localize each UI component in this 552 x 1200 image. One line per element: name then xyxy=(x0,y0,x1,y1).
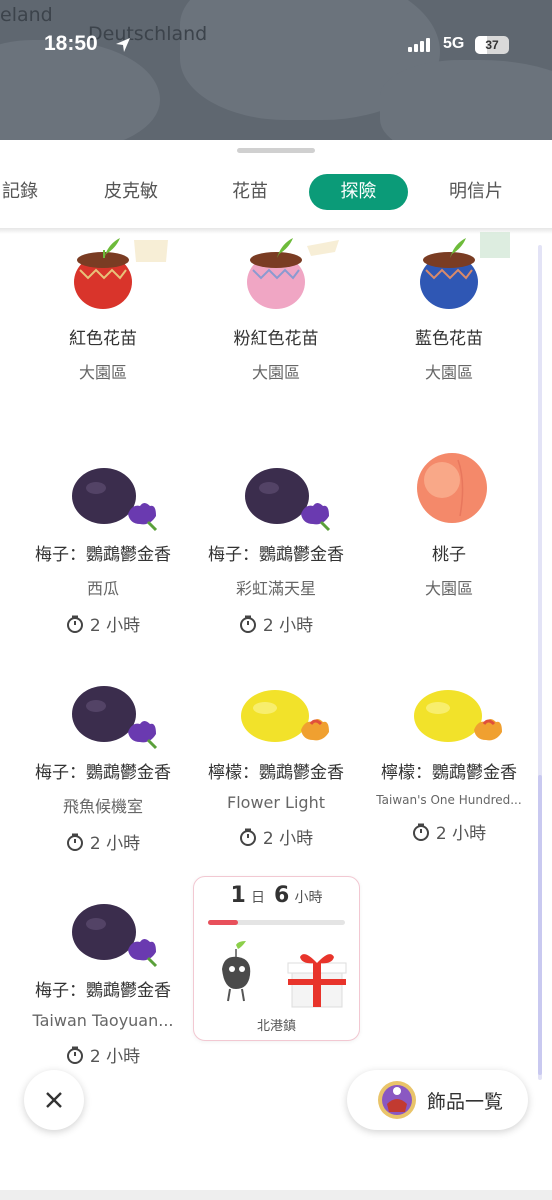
peach-icon xyxy=(417,453,487,523)
scrollbar-thumb[interactable] xyxy=(538,775,542,1075)
list-item[interactable]: 紅色花苗 大園區 xyxy=(16,232,190,383)
timer-text: 2 小時 xyxy=(89,834,141,854)
item-name: 紅色花苗 xyxy=(69,329,137,349)
item-location: 大園區 xyxy=(251,363,300,382)
tab-postcards[interactable]: 明信片 xyxy=(430,174,522,210)
item-name: 梅子：鸚鵡鬱金香 xyxy=(35,545,171,565)
accessories-list-button[interactable]: 飾品一覧 xyxy=(347,1070,528,1130)
expedition-days-unit: 日 xyxy=(250,890,265,906)
accessory-badge-icon xyxy=(378,1081,416,1119)
list-item[interactable]: 粉紅色花苗 大園區 xyxy=(189,232,363,383)
scrollbar[interactable] xyxy=(538,245,542,1080)
gift-box-icon xyxy=(287,954,347,1008)
expedition-hours: 6 xyxy=(274,883,290,908)
stopwatch-icon xyxy=(66,833,83,851)
item-location: Taiwan Taoyuan... xyxy=(32,1011,174,1030)
expedition-hours-unit: 小時 xyxy=(294,890,323,906)
expedition-progress-fill xyxy=(208,920,239,925)
expedition-progress-track xyxy=(208,920,345,925)
item-name: 梅子：鸚鵡鬱金香 xyxy=(208,545,344,565)
timer-text: 2 小時 xyxy=(262,616,314,636)
expedition-location: 北港鎮 xyxy=(256,1019,296,1034)
rock-pikmin-icon xyxy=(222,941,251,1002)
expedition-days: 1 xyxy=(230,883,246,908)
battery-icon: 37 xyxy=(475,36,509,54)
tab-expedition[interactable]: 探險 xyxy=(309,174,408,210)
bottom-edge xyxy=(0,1190,552,1200)
stopwatch-icon xyxy=(66,615,83,633)
item-timer: 2 小時 xyxy=(16,829,190,854)
plum-tulip-icon xyxy=(72,686,158,750)
expedition-card[interactable]: 1 日 6 小時 北港鎮 xyxy=(193,876,360,1041)
item-timer: 2 小時 xyxy=(362,819,536,844)
item-location: 飛魚候機室 xyxy=(62,797,143,816)
item-name: 藍色花苗 xyxy=(415,329,483,349)
tab-bar: 記錄 皮克敏 花苗 探險 明信片 xyxy=(0,168,552,216)
item-timer: 2 小時 xyxy=(189,611,363,636)
list-item[interactable]: 藍色花苗 大園區 xyxy=(362,232,536,383)
item-name: 粉紅色花苗 xyxy=(233,329,319,349)
list-item[interactable]: 檸檬：鸚鵡鬱金香 Flower Light 2 小時 xyxy=(189,684,363,849)
item-name: 檸檬：鸚鵡鬱金香 xyxy=(381,763,517,783)
item-timer: 2 小時 xyxy=(16,1042,190,1067)
expedition-remaining: 1 日 6 小時 xyxy=(194,883,359,908)
timer-text: 2 小時 xyxy=(435,824,487,844)
list-item[interactable]: 梅子：鸚鵡鬱金香 飛魚候機室 2 小時 xyxy=(16,684,190,854)
stopwatch-icon xyxy=(239,615,256,633)
tab-pikmin[interactable]: 皮克敏 xyxy=(86,174,176,210)
tab-seedlings[interactable]: 花苗 xyxy=(210,174,290,210)
list-item[interactable]: 檸檬：鸚鵡鬱金香 Taiwan's One Hundred... 2 小時 xyxy=(362,684,536,844)
stopwatch-icon xyxy=(66,1046,83,1064)
close-icon xyxy=(46,1092,62,1108)
list-item[interactable]: 梅子：鸚鵡鬱金香 Taiwan Taoyuan... 2 小時 xyxy=(16,902,190,1067)
network-type: 5G xyxy=(443,35,465,52)
pink-seedling-pot-icon xyxy=(247,238,339,309)
item-name: 梅子：鸚鵡鬱金香 xyxy=(35,763,171,783)
blue-seedling-pot-icon xyxy=(420,232,510,309)
plum-tulip-icon xyxy=(245,468,331,532)
item-timer: 2 小時 xyxy=(189,824,363,849)
item-timer: 2 小時 xyxy=(16,611,190,636)
item-location: Flower Light xyxy=(227,793,325,812)
plum-tulip-icon xyxy=(72,904,158,968)
item-location: 大園區 xyxy=(424,363,473,382)
plum-tulip-icon xyxy=(72,468,158,532)
sheet-drag-handle[interactable] xyxy=(237,148,315,153)
map-land xyxy=(380,60,552,140)
tab-records[interactable]: 記錄 xyxy=(0,174,50,210)
list-item[interactable]: 桃子 大園區 xyxy=(362,452,536,599)
item-location: 西瓜 xyxy=(86,579,119,598)
stopwatch-icon xyxy=(412,823,429,841)
timer-text: 2 小時 xyxy=(89,616,141,636)
item-name: 檸檬：鸚鵡鬱金香 xyxy=(208,763,344,783)
accessories-label: 飾品一覧 xyxy=(427,1091,504,1113)
item-location: 彩虹滿天星 xyxy=(235,579,316,598)
lemon-tulip-icon xyxy=(414,690,502,742)
list-item[interactable]: 梅子：鸚鵡鬱金香 彩虹滿天星 2 小時 xyxy=(189,452,363,636)
item-name: 桃子 xyxy=(432,545,466,565)
timer-text: 2 小時 xyxy=(262,829,314,849)
signal-icon xyxy=(408,38,430,52)
lemon-tulip-icon xyxy=(241,690,329,742)
status-time: 18:50 xyxy=(44,32,98,55)
map-background[interactable]: eland Deutschland xyxy=(0,0,552,140)
close-button[interactable] xyxy=(24,1070,84,1130)
stopwatch-icon xyxy=(239,828,256,846)
item-location: Taiwan's One Hundred... xyxy=(376,793,522,807)
battery-level: 37 xyxy=(485,38,499,52)
item-name: 梅子：鸚鵡鬱金香 xyxy=(35,981,171,1001)
list-item[interactable]: 梅子：鸚鵡鬱金香 西瓜 2 小時 xyxy=(16,452,190,636)
map-label: eland xyxy=(0,4,53,26)
status-bar: 18:50 5G 37 xyxy=(0,26,552,66)
timer-text: 2 小時 xyxy=(89,1047,141,1067)
item-location: 大園區 xyxy=(78,363,127,382)
item-location: 大園區 xyxy=(424,579,473,598)
location-arrow-icon xyxy=(114,36,132,58)
red-seedling-pot-icon xyxy=(74,238,168,309)
